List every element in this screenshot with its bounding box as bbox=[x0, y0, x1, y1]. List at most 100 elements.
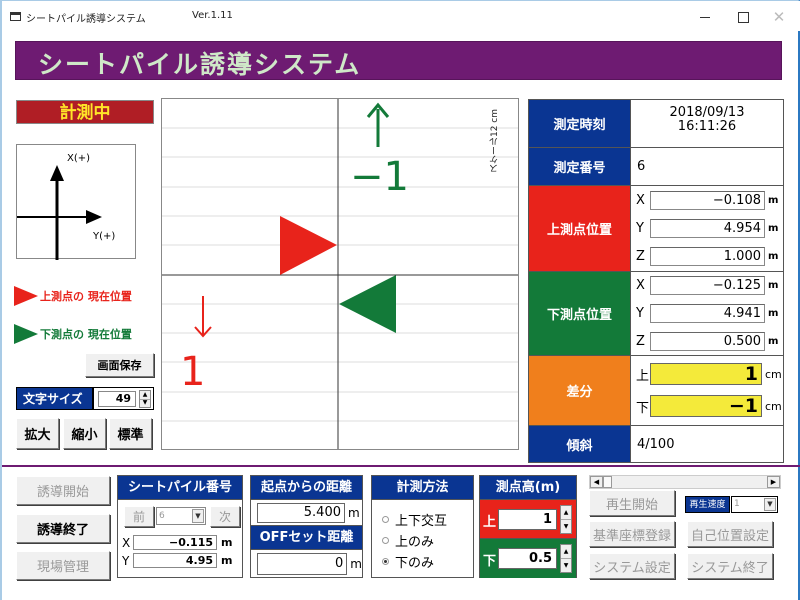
scroll-right-icon[interactable]: ▶ bbox=[767, 476, 780, 488]
legend-upper-point: 上測点の 現在位置 bbox=[14, 286, 132, 306]
info-row-tilt: 傾斜 4/100 bbox=[529, 426, 783, 462]
triangle-right-icon bbox=[14, 324, 38, 344]
upper-x-field[interactable]: −0.108 bbox=[650, 190, 765, 210]
radio-icon[interactable] bbox=[382, 516, 389, 523]
register-reference-button[interactable]: 基準座標登録 bbox=[589, 521, 675, 547]
upper-height-field[interactable]: 1 bbox=[498, 509, 557, 530]
pile-x-field[interactable]: −0.115 bbox=[133, 535, 217, 550]
diff-upper-row: 上 1 cm bbox=[636, 363, 782, 385]
scroll-thumb[interactable] bbox=[603, 476, 612, 488]
axis-y-label: Y(+) bbox=[93, 231, 116, 242]
section-divider bbox=[2, 465, 800, 467]
legend-lower-label: 下測点の 現在位置 bbox=[40, 328, 132, 341]
playback-start-button[interactable]: 再生開始 bbox=[589, 490, 675, 516]
measure-time-value: 2018/09/13 16:11:26 bbox=[631, 100, 783, 147]
axis-diagram: X(+) Y(+) bbox=[16, 144, 136, 260]
guidance-start-button[interactable]: 誘導開始 bbox=[16, 476, 110, 505]
version-label: Ver.1.11 bbox=[192, 10, 233, 21]
offset-field[interactable]: 0 bbox=[257, 552, 348, 575]
font-size-stepper: 49 ▲ ▼ bbox=[93, 387, 154, 410]
method-option-upper-only[interactable]: 上のみ bbox=[372, 530, 473, 551]
sheet-pile-panel: シートパイル番号 前 6 ▼ 次 X −0.115 m Y 4.95 m bbox=[117, 475, 243, 578]
axis-x-label: X(+) bbox=[67, 153, 91, 164]
lower-direction-arrow bbox=[194, 296, 212, 338]
spin-down-icon[interactable]: ▼ bbox=[140, 400, 150, 408]
prev-pile-button[interactable]: 前 bbox=[124, 506, 154, 527]
measure-number-value: 6 bbox=[631, 148, 783, 185]
playback-speed-select[interactable]: 1 ▼ bbox=[731, 496, 778, 513]
upper-y-field[interactable]: 4.954 bbox=[650, 218, 765, 238]
close-button[interactable]: ✕ bbox=[756, 5, 800, 29]
lower-offset-value: 1 bbox=[180, 349, 206, 395]
zoom-standard-button[interactable]: 標準 bbox=[109, 418, 152, 449]
site-management-button[interactable]: 現場管理 bbox=[16, 551, 110, 580]
upper-z-field[interactable]: 1.000 bbox=[650, 246, 765, 266]
info-row-upper-pos: 上測点位置 X −0.108 m Y 4.954 m Z 1.000 m bbox=[529, 186, 783, 272]
lower-height-row: 下 0.5 ▲ ▼ bbox=[480, 539, 576, 578]
spin-up-icon[interactable]: ▲ bbox=[140, 391, 150, 400]
diff-label: 差分 bbox=[529, 356, 631, 425]
pile-y-field[interactable]: 4.95 bbox=[133, 553, 217, 568]
scroll-left-icon[interactable]: ◀ bbox=[590, 476, 603, 488]
position-plot: スケール12 cm −1 1 bbox=[161, 98, 519, 450]
radio-checked-icon[interactable] bbox=[382, 558, 389, 565]
sheet-pile-title: シートパイル番号 bbox=[118, 476, 242, 500]
lower-x-field[interactable]: −0.125 bbox=[650, 275, 765, 295]
lower-x-row: X −0.125 m bbox=[636, 275, 779, 295]
font-size-label: 文字サイズ bbox=[16, 387, 93, 410]
pile-x-row: X −0.115 m bbox=[122, 535, 233, 550]
chevron-down-icon[interactable]: ▼ bbox=[192, 509, 204, 523]
zoom-in-button[interactable]: 拡大 bbox=[16, 418, 59, 449]
playback-scrollbar[interactable]: ◀ ▶ bbox=[589, 475, 781, 489]
lower-y-row: Y 4.941 m bbox=[636, 303, 779, 323]
info-row-lower-pos: 下測点位置 X −0.125 m Y 4.941 m Z 0.500 m bbox=[529, 272, 783, 356]
method-title: 計測方法 bbox=[372, 476, 473, 500]
measure-number-label: 測定番号 bbox=[529, 148, 631, 185]
legend-upper-label: 上測点の 現在位置 bbox=[40, 290, 132, 303]
lower-z-field[interactable]: 0.500 bbox=[650, 331, 765, 351]
upper-offset-value: −1 bbox=[350, 154, 409, 200]
next-pile-button[interactable]: 次 bbox=[210, 506, 240, 527]
info-row-number: 測定番号 6 bbox=[529, 148, 783, 186]
font-size-input[interactable]: 49 bbox=[98, 391, 136, 407]
scale-label: スケール12 cm bbox=[490, 109, 500, 174]
app-icon bbox=[10, 12, 21, 21]
measure-date: 2018/09/13 bbox=[669, 105, 745, 120]
upper-direction-arrow bbox=[366, 102, 390, 147]
diff-lower-field[interactable]: −1 bbox=[650, 395, 762, 417]
system-exit-button[interactable]: システム終了 bbox=[687, 553, 773, 579]
lower-height-field[interactable]: 0.5 bbox=[498, 548, 557, 569]
method-option-lower-only[interactable]: 下のみ bbox=[372, 551, 473, 572]
point-height-title: 測点高(m) bbox=[480, 476, 576, 500]
method-option-alternate[interactable]: 上下交互 bbox=[372, 509, 473, 530]
window-title: シートパイル誘導システム bbox=[26, 14, 146, 25]
spin-up-icon[interactable]: ▲ bbox=[561, 506, 571, 520]
font-size-spinner: ▲ ▼ bbox=[139, 390, 151, 408]
self-position-button[interactable]: 自己位置設定 bbox=[687, 521, 773, 547]
zoom-out-button[interactable]: 縮小 bbox=[63, 418, 106, 449]
upper-pos-label: 上測点位置 bbox=[529, 186, 631, 271]
app-window: シートパイル誘導システム Ver.1.11 ✕ シートパイル誘導システム 計測中… bbox=[0, 0, 800, 600]
playback-speed-label: 再生速度 bbox=[685, 496, 730, 513]
distance-panel: 起点からの距離 5.400 m OFFセット距離 0 m bbox=[250, 475, 363, 578]
info-row-time: 測定時刻 2018/09/13 16:11:26 bbox=[529, 100, 783, 148]
info-row-diff: 差分 上 1 cm 下 −1 cm bbox=[529, 356, 783, 426]
lower-y-field[interactable]: 4.941 bbox=[650, 303, 765, 323]
pile-y-row: Y 4.95 m bbox=[122, 553, 233, 568]
measurement-info-table: 測定時刻 2018/09/13 16:11:26 測定番号 6 上測点位置 X … bbox=[528, 99, 784, 463]
chevron-down-icon[interactable]: ▼ bbox=[764, 498, 776, 511]
measure-method-panel: 計測方法 上下交互 上のみ 下のみ bbox=[371, 475, 474, 578]
pile-number-select[interactable]: 6 ▼ bbox=[156, 507, 206, 525]
measure-clock: 16:11:26 bbox=[677, 119, 737, 134]
upper-x-row: X −0.108 m bbox=[636, 190, 779, 210]
system-settings-button[interactable]: システム設定 bbox=[589, 553, 675, 579]
spin-down-icon[interactable]: ▼ bbox=[561, 559, 571, 572]
diff-upper-field[interactable]: 1 bbox=[650, 363, 762, 385]
distance-field[interactable]: 5.400 bbox=[257, 502, 345, 523]
save-screen-button[interactable]: 画面保存 bbox=[85, 353, 154, 377]
guidance-end-button[interactable]: 誘導終了 bbox=[16, 514, 110, 543]
spin-up-icon[interactable]: ▲ bbox=[561, 545, 571, 559]
radio-icon[interactable] bbox=[382, 537, 389, 544]
spin-down-icon[interactable]: ▼ bbox=[561, 520, 571, 533]
legend-lower-point: 下測点の 現在位置 bbox=[14, 324, 132, 344]
